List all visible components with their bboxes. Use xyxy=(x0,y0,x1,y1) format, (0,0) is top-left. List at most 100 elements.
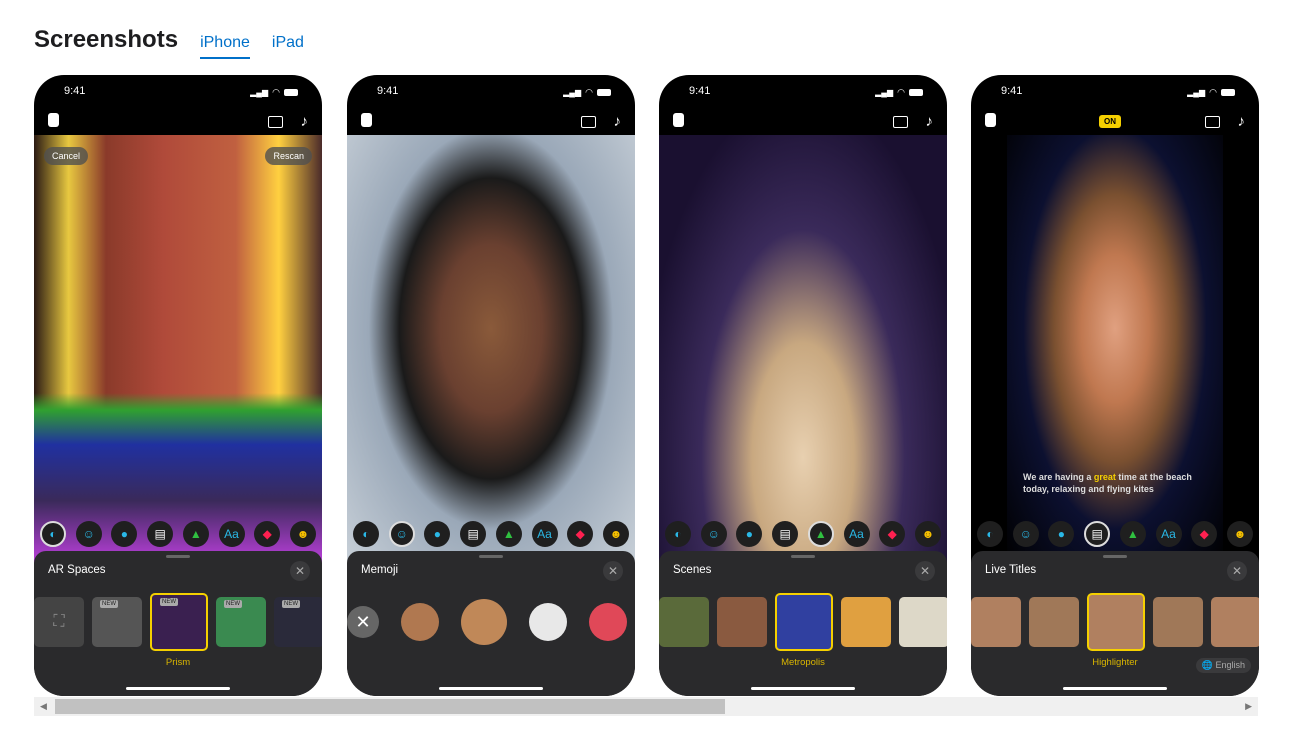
new-badge: NEW xyxy=(282,600,300,608)
status-bar: 9:41 ▂▄▆ ◠ xyxy=(1001,85,1235,99)
status-time: 9:41 xyxy=(64,85,86,97)
screenshot-1[interactable]: 9:41 ▂▄▆ ◠ ♪ Cancel Rescan ◐ ☺ ● ▤ ▲ Aa ◆ ☻ AR Sp… xyxy=(34,75,322,696)
live-titles-icon[interactable]: ▤ xyxy=(147,521,174,547)
scene-option[interactable] xyxy=(899,597,947,647)
close-icon[interactable]: ✕ xyxy=(603,561,623,581)
scene-option[interactable] xyxy=(841,597,891,647)
memoji-icon[interactable]: ☺ xyxy=(388,521,415,547)
home-indicator xyxy=(751,687,855,690)
scenes-icon[interactable]: ▲ xyxy=(495,521,522,547)
title-style-option[interactable] xyxy=(971,597,1021,647)
effects-toolbar: ◐ ☺ ● ▤ ▲ Aa ◆ ☻ xyxy=(665,521,941,547)
stickers-icon[interactable]: ◆ xyxy=(1191,521,1218,547)
title-style-option[interactable] xyxy=(1087,593,1145,651)
text-icon[interactable]: Aa xyxy=(843,521,870,547)
stickers-icon[interactable]: ◆ xyxy=(879,521,906,547)
ar-spaces-icon[interactable]: ◐ xyxy=(977,521,1003,547)
wifi-icon: ◠ xyxy=(585,86,593,97)
wifi-icon: ◠ xyxy=(272,86,280,97)
scrollbar-thumb[interactable] xyxy=(55,699,725,714)
stickers-icon[interactable]: ◆ xyxy=(567,521,594,547)
aspect-icon xyxy=(267,115,283,128)
filters-icon[interactable]: ● xyxy=(1048,521,1075,547)
ar-space-option[interactable]: NEW xyxy=(92,597,142,647)
panel-grabber[interactable] xyxy=(791,555,815,558)
scene-option[interactable] xyxy=(659,597,709,647)
memoji-option[interactable] xyxy=(401,603,439,641)
camera-preview xyxy=(34,135,322,565)
tab-ipad[interactable]: iPad xyxy=(272,34,304,57)
ar-spaces-icon[interactable]: ◐ xyxy=(665,521,691,547)
effects-toolbar: ◐ ☺ ● ▤ ▲ Aa ◆ ☻ xyxy=(353,521,629,547)
tab-iphone[interactable]: iPhone xyxy=(200,34,250,59)
filters-icon[interactable]: ● xyxy=(111,521,138,547)
rescan-button[interactable]: Rescan xyxy=(265,147,312,165)
status-bar: 9:41 ▂▄▆ ◠ xyxy=(64,85,298,99)
panel-title: Live Titles xyxy=(985,564,1037,576)
emoji-icon[interactable]: ☻ xyxy=(914,521,941,547)
live-titles-icon[interactable]: ▤ xyxy=(772,521,799,547)
close-icon[interactable]: ✕ xyxy=(290,561,310,581)
panel-grabber[interactable] xyxy=(1103,555,1127,558)
scene-option[interactable] xyxy=(717,597,767,647)
ar-spaces-icon[interactable]: ◐ xyxy=(353,521,379,547)
scenes-icon[interactable]: ▲ xyxy=(182,521,209,547)
panel-grabber[interactable] xyxy=(479,555,503,558)
memoji-icon[interactable]: ☺ xyxy=(1012,521,1039,547)
text-icon[interactable]: Aa xyxy=(531,521,558,547)
scene-option[interactable] xyxy=(775,593,833,651)
cancel-button[interactable]: Cancel xyxy=(44,147,89,165)
panel-grabber[interactable] xyxy=(166,555,190,558)
music-icon: ♪ xyxy=(925,113,934,130)
filters-icon[interactable]: ● xyxy=(736,521,763,547)
camera-preview xyxy=(659,135,947,565)
horizontal-scrollbar[interactable]: ◀ ▶ xyxy=(34,697,1258,716)
emoji-icon[interactable]: ☻ xyxy=(602,521,629,547)
effects-toolbar: ◐ ☺ ● ▤ ▲ Aa ◆ ☻ xyxy=(977,521,1253,547)
scroll-left-icon[interactable]: ◀ xyxy=(40,701,47,712)
project-icon xyxy=(673,113,684,127)
ar-space-option[interactable]: NEW xyxy=(150,593,208,651)
battery-icon xyxy=(597,88,611,96)
title-style-option[interactable] xyxy=(1153,597,1203,647)
music-icon: ♪ xyxy=(300,113,309,130)
status-time: 9:41 xyxy=(1001,85,1023,97)
battery-icon xyxy=(1221,88,1235,96)
title-style-option[interactable] xyxy=(1211,597,1259,647)
scenes-icon[interactable]: ▲ xyxy=(1119,521,1146,547)
screenshot-4[interactable]: 9:41 ▂▄▆ ◠ ♪ ON We are having a great tim… xyxy=(971,75,1259,696)
text-icon[interactable]: Aa xyxy=(218,521,245,547)
memoji-option[interactable] xyxy=(529,603,567,641)
scroll-right-icon[interactable]: ▶ xyxy=(1245,701,1252,712)
filters-icon[interactable]: ● xyxy=(424,521,451,547)
close-icon[interactable]: ✕ xyxy=(915,561,935,581)
memoji-icon[interactable]: ☺ xyxy=(700,521,727,547)
remove-memoji-button[interactable]: ✕ xyxy=(347,606,379,638)
memoji-option[interactable] xyxy=(461,599,507,645)
home-indicator xyxy=(1063,687,1167,690)
live-titles-icon[interactable]: ▤ xyxy=(460,521,487,547)
emoji-icon[interactable]: ☻ xyxy=(1226,521,1253,547)
language-button[interactable]: 🌐 English xyxy=(1195,658,1251,673)
scenes-icon[interactable]: ▲ xyxy=(807,521,834,547)
wifi-icon: ◠ xyxy=(897,86,905,97)
title-style-option[interactable] xyxy=(1029,597,1079,647)
screenshot-3[interactable]: 9:41 ▂▄▆ ◠ ♪ ◐ ☺ ● ▤ ▲ Aa ◆ ☻ Scenes ✕ Metropoli… xyxy=(659,75,947,696)
stickers-icon[interactable]: ◆ xyxy=(254,521,281,547)
ar-spaces-icon[interactable]: ◐ xyxy=(40,521,66,547)
screenshot-2[interactable]: 9:41 ▂▄▆ ◠ ♪ ◐ ☺ ● ▤ ▲ Aa ◆ ☻ Memoji ✕ ✕ xyxy=(347,75,635,696)
live-titles-icon[interactable]: ▤ xyxy=(1084,521,1111,547)
ar-scan-option[interactable]: ⛶ xyxy=(34,597,84,647)
memoji-icon[interactable]: ☺ xyxy=(75,521,102,547)
ar-space-option[interactable]: NEW xyxy=(274,597,322,647)
panel-title: Scenes xyxy=(673,564,712,576)
emoji-icon[interactable]: ☻ xyxy=(289,521,316,547)
camera-preview xyxy=(347,135,635,565)
text-icon[interactable]: Aa xyxy=(1155,521,1182,547)
effects-panel: Scenes ✕ Metropolis xyxy=(659,551,947,696)
new-badge: NEW xyxy=(224,600,242,608)
ar-space-option[interactable]: NEW xyxy=(216,597,266,647)
close-icon[interactable]: ✕ xyxy=(1227,561,1247,581)
memoji-option[interactable] xyxy=(589,603,627,641)
effects-panel: AR Spaces ✕ ⛶ NEW NEW NEW NEW Prism xyxy=(34,551,322,696)
